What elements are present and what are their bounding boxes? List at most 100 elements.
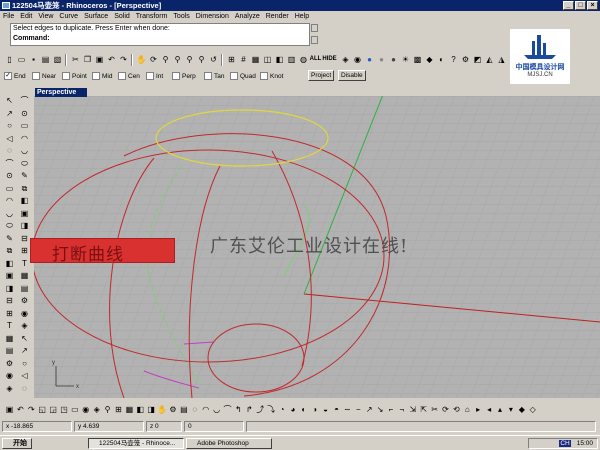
box-tool-icon[interactable]: ⚙ bbox=[18, 294, 31, 307]
environment-icon[interactable]: ◐ bbox=[436, 54, 447, 65]
cplane-icon[interactable]: ▦ bbox=[250, 54, 261, 65]
help-icon[interactable]: ? bbox=[448, 54, 459, 65]
bottom-tool-24-icon[interactable]: ⤵ bbox=[266, 404, 277, 415]
menu-file[interactable]: File bbox=[0, 13, 17, 20]
new-file-icon[interactable]: ▯ bbox=[4, 54, 15, 65]
menu-tools[interactable]: Tools bbox=[170, 13, 192, 20]
osnap-checkbox[interactable] bbox=[62, 72, 70, 80]
minimize-button[interactable]: _ bbox=[563, 1, 574, 10]
tools-icon[interactable]: ⚙ bbox=[460, 54, 471, 65]
osnap-checkbox[interactable] bbox=[204, 72, 212, 80]
paste-icon[interactable]: ▣ bbox=[94, 54, 105, 65]
bottom-tool-12-icon[interactable]: ◧ bbox=[135, 404, 146, 415]
bottom-tool-46-icon[interactable]: ▾ bbox=[505, 404, 516, 415]
bottom-tool-1-icon[interactable]: ↶ bbox=[15, 404, 26, 415]
bottom-tool-33-icon[interactable]: ↗ bbox=[364, 404, 375, 415]
edit-points-tool-icon[interactable]: ✎ bbox=[3, 232, 16, 245]
point-tool-icon[interactable]: ◌ bbox=[18, 382, 31, 395]
bottom-tool-45-icon[interactable]: ▴ bbox=[495, 404, 506, 415]
bottom-tool-30-icon[interactable]: ◓ bbox=[331, 404, 342, 415]
transform-tool-icon[interactable]: ▦ bbox=[18, 269, 31, 282]
bottom-tool-44-icon[interactable]: ◂ bbox=[484, 404, 495, 415]
bottom-tool-13-icon[interactable]: ◨ bbox=[146, 404, 157, 415]
material-icon[interactable]: ◉ bbox=[352, 54, 363, 65]
curve-tool-icon[interactable]: ◁ bbox=[18, 369, 31, 382]
close-button[interactable]: × bbox=[587, 1, 598, 10]
osnap-point[interactable]: Point bbox=[62, 71, 87, 81]
bottom-tool-6-icon[interactable]: ▭ bbox=[69, 404, 80, 415]
command-scroll-down[interactable] bbox=[311, 36, 318, 44]
menu-solid[interactable]: Solid bbox=[111, 13, 133, 20]
grid-options-icon[interactable]: # bbox=[238, 54, 249, 65]
tray-language[interactable]: CH bbox=[559, 440, 571, 447]
bottom-tool-37-icon[interactable]: ⇲ bbox=[407, 404, 418, 415]
show-all-button[interactable]: ALL bbox=[310, 54, 322, 65]
zoom-selected-icon[interactable]: ⚲ bbox=[196, 54, 207, 65]
osnap-quad[interactable]: Quad bbox=[230, 71, 256, 81]
bottom-tool-31-icon[interactable]: ∼ bbox=[342, 404, 353, 415]
bottom-tool-48-icon[interactable]: ◇ bbox=[527, 404, 538, 415]
line-tool-icon[interactable]: ◈ bbox=[18, 319, 31, 332]
camera-icon[interactable]: ▩ bbox=[412, 54, 423, 65]
bottom-tool-15-icon[interactable]: ⚙ bbox=[168, 404, 179, 415]
command-area[interactable]: Select edges to duplicate. Press Enter w… bbox=[10, 23, 310, 46]
analyze-icon[interactable]: ◭ bbox=[484, 54, 495, 65]
osnap-checkbox[interactable] bbox=[172, 72, 180, 80]
menu-edit[interactable]: Edit bbox=[17, 13, 35, 20]
osnap-knot[interactable]: Knot bbox=[260, 71, 283, 81]
osnap-checkbox[interactable] bbox=[260, 72, 268, 80]
zoom-extents-icon[interactable]: ⚲ bbox=[184, 54, 195, 65]
trim-tool-icon[interactable]: ▣ bbox=[18, 207, 31, 220]
plugin-icon[interactable]: ◮ bbox=[496, 54, 507, 65]
osnap-int[interactable]: Int bbox=[146, 71, 163, 81]
render-icon[interactable]: ● bbox=[388, 54, 399, 65]
render-preview-icon[interactable]: ● bbox=[376, 54, 387, 65]
four-views-icon[interactable]: ⊞ bbox=[226, 54, 237, 65]
print-icon[interactable]: ▤ bbox=[40, 54, 51, 65]
mesh-tool-icon[interactable]: ▦ bbox=[3, 332, 16, 345]
pan-icon[interactable]: ✋ bbox=[136, 54, 147, 65]
bottom-tool-8-icon[interactable]: ◈ bbox=[91, 404, 102, 415]
bottom-tool-38-icon[interactable]: ⇱ bbox=[418, 404, 429, 415]
surface-from-curves-tool-icon[interactable]: ⧉ bbox=[3, 244, 16, 257]
light-icon[interactable]: ☀ bbox=[400, 54, 411, 65]
bottom-tool-36-icon[interactable]: ¬ bbox=[396, 404, 407, 415]
undo-view-icon[interactable]: ↺ bbox=[208, 54, 219, 65]
bottom-tool-47-icon[interactable]: ◆ bbox=[516, 404, 527, 415]
bottom-tool-21-icon[interactable]: ↰ bbox=[233, 404, 244, 415]
open-file-icon[interactable]: ▭ bbox=[16, 54, 27, 65]
bottom-tool-3-icon[interactable]: ◱ bbox=[37, 404, 48, 415]
arc-tool-icon[interactable]: ↗ bbox=[18, 344, 31, 357]
bottom-tool-0-icon[interactable]: ▣ bbox=[4, 404, 15, 415]
bottom-tool-43-icon[interactable]: ▸ bbox=[473, 404, 484, 415]
bottom-tool-7-icon[interactable]: ◉ bbox=[80, 404, 91, 415]
zoom-window-icon[interactable]: ⚲ bbox=[172, 54, 183, 65]
surface-from-curves-tool-icon[interactable]: ⬭ bbox=[18, 157, 31, 170]
bottom-tool-22-icon[interactable]: ↱ bbox=[244, 404, 255, 415]
bottom-tool-34-icon[interactable]: ↘ bbox=[375, 404, 386, 415]
osnap-cen[interactable]: Cen bbox=[118, 71, 140, 81]
bottom-tool-14-icon[interactable]: ✋ bbox=[157, 404, 168, 415]
bottom-tool-4-icon[interactable]: ◲ bbox=[48, 404, 59, 415]
osnap-perp[interactable]: Perp bbox=[172, 71, 196, 81]
text-tool-icon[interactable]: T bbox=[3, 319, 16, 332]
osnap-checkbox[interactable] bbox=[118, 72, 126, 80]
command-scroll-up[interactable] bbox=[311, 24, 318, 32]
osnap-checkbox[interactable] bbox=[230, 72, 238, 80]
array-tool-icon[interactable]: ▤ bbox=[3, 344, 16, 357]
osnap-checkbox[interactable]: ✓ bbox=[4, 72, 12, 80]
bottom-tool-2-icon[interactable]: ↷ bbox=[26, 404, 37, 415]
rhino-app-icon[interactable] bbox=[2, 2, 10, 9]
menu-surface[interactable]: Surface bbox=[81, 13, 111, 20]
point-tool-icon[interactable]: ⊙ bbox=[3, 169, 16, 182]
undo-icon[interactable]: ↶ bbox=[106, 54, 117, 65]
sphere-tool-icon[interactable]: ▤ bbox=[18, 282, 31, 295]
menu-transform[interactable]: Transform bbox=[133, 13, 171, 20]
circle-tool-icon[interactable]: ↖ bbox=[18, 332, 31, 345]
osnap-disable-button[interactable]: Disable bbox=[338, 70, 366, 81]
sweep-tool-icon[interactable]: ◧ bbox=[18, 194, 31, 207]
redo-icon[interactable]: ↷ bbox=[118, 54, 129, 65]
menu-analyze[interactable]: Analyze bbox=[232, 13, 263, 20]
osnap-end[interactable]: ✓ End bbox=[4, 71, 26, 81]
bottom-tool-32-icon[interactable]: − bbox=[353, 404, 364, 415]
